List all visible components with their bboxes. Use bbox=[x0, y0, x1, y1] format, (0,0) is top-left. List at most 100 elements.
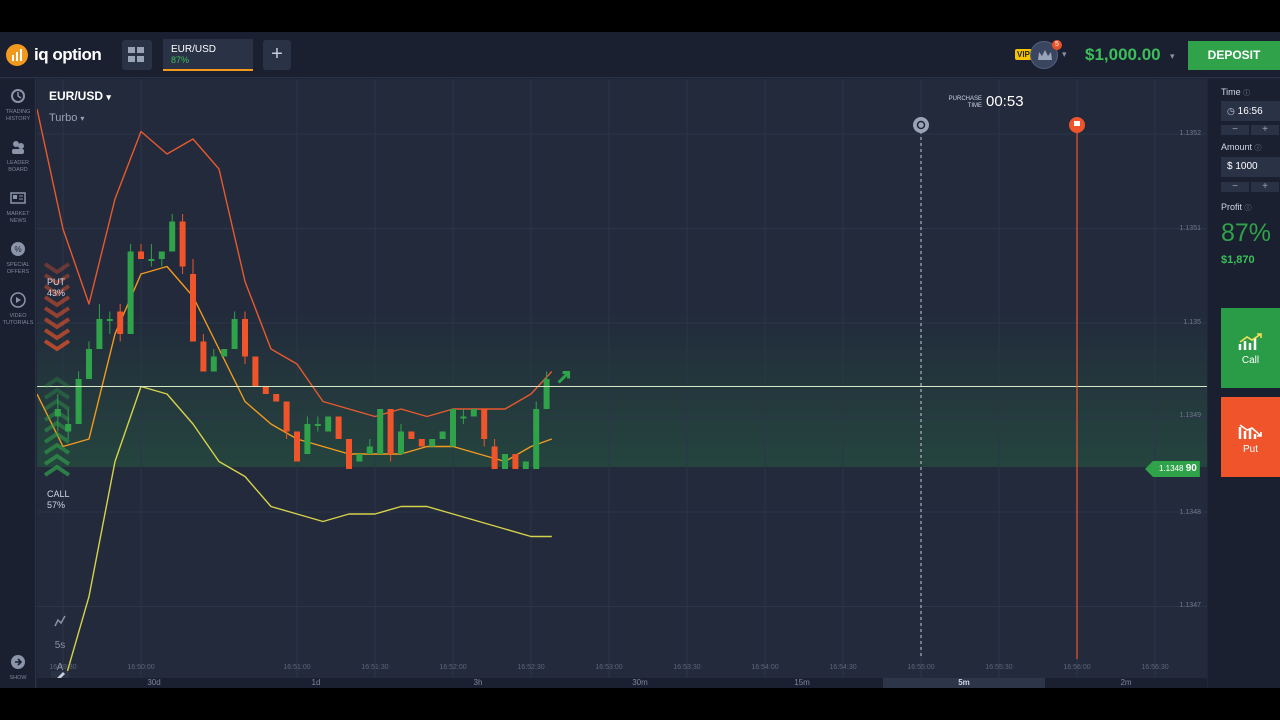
candle bbox=[346, 439, 352, 469]
sidebar-show-toggle[interactable]: SHOW bbox=[0, 654, 36, 682]
chevron-down-icon: ▾ bbox=[80, 114, 85, 123]
candle-body bbox=[169, 221, 176, 252]
sidebar-item-trading-history[interactable]: TRADING HISTORY bbox=[0, 88, 36, 123]
profit-amount: $1,870 bbox=[1221, 254, 1255, 266]
mode-name: Turbo bbox=[49, 112, 78, 124]
candle bbox=[450, 409, 456, 447]
call-sentiment: CALL 57% bbox=[47, 489, 70, 511]
candle-body bbox=[408, 431, 415, 439]
info-icon: ⓘ bbox=[1244, 205, 1252, 212]
price-chart[interactable]: 16:49:30 16:50:00 16:51:00 16:51:30 16:52:00… bbox=[37, 79, 1207, 688]
amount-decrease-button[interactable]: − bbox=[1221, 182, 1249, 192]
put-sentiment: PUT 43% bbox=[47, 277, 65, 299]
call-button[interactable]: Call bbox=[1221, 308, 1280, 388]
time-increase-button[interactable]: + bbox=[1251, 125, 1279, 135]
candle-body bbox=[283, 401, 290, 432]
candle-interval-button[interactable]: 5s bbox=[51, 637, 69, 655]
add-tab-button[interactable]: + bbox=[263, 40, 291, 70]
sidebar-label: TRADING HISTORY bbox=[5, 109, 31, 122]
candle-body bbox=[543, 379, 550, 409]
timeframe-15m[interactable]: 15m bbox=[721, 678, 883, 688]
trade-panel: Time ⓘ ◷ 16:56 − + Amount ⓘ $ 1000 − + P… bbox=[1208, 79, 1280, 688]
svg-text:%: % bbox=[14, 245, 21, 254]
candle-body bbox=[533, 409, 540, 469]
timeframe-30d[interactable]: 30d bbox=[73, 678, 235, 688]
candle-body bbox=[262, 386, 269, 394]
asset-tab-profit: 87% bbox=[171, 55, 190, 65]
finish-flag-icon-mark bbox=[1074, 121, 1080, 126]
timeframe-3h[interactable]: 3h bbox=[397, 678, 559, 688]
notification-badge: 5 bbox=[1052, 40, 1062, 50]
chevron-down-icon[interactable]: ▾ bbox=[1170, 51, 1175, 62]
mode-selector[interactable]: Turbo ▾ bbox=[49, 112, 84, 124]
candle-body bbox=[148, 259, 155, 261]
amount-increase-button[interactable]: + bbox=[1251, 182, 1279, 192]
put-button[interactable]: Put bbox=[1221, 397, 1280, 477]
candle bbox=[262, 386, 269, 394]
sidebar-item-video-tutorials[interactable]: VIDEO TUTORIALS bbox=[0, 292, 36, 327]
candle-body bbox=[200, 341, 207, 372]
stopwatch-icon bbox=[913, 117, 929, 133]
candle bbox=[273, 394, 280, 402]
logo[interactable]: iq option bbox=[6, 44, 102, 66]
sidebar-item-leader-board[interactable]: LEADER BOARD bbox=[0, 139, 36, 174]
candle-body bbox=[346, 439, 352, 469]
call-pressure-chevron bbox=[43, 464, 71, 477]
chevron-down-icon[interactable]: ▾ bbox=[1062, 49, 1067, 60]
time-axis-label: 16:52:00 bbox=[439, 664, 466, 671]
asset-tab-eurusd[interactable]: EUR/USD 87% bbox=[163, 39, 253, 71]
candle-body bbox=[294, 431, 300, 462]
time-axis-label: 16:54:00 bbox=[751, 664, 778, 671]
arrow-right-circle-icon bbox=[11, 655, 25, 669]
deposit-button[interactable]: DEPOSIT bbox=[1188, 41, 1280, 70]
candle-body bbox=[522, 461, 529, 469]
candle bbox=[294, 431, 300, 462]
time-axis-label: 16:55:30 bbox=[985, 664, 1012, 671]
profit-percent: 87% bbox=[1221, 219, 1272, 247]
chart-area[interactable]: 16:49:30 16:50:00 16:51:00 16:51:30 16:52:00… bbox=[37, 79, 1207, 688]
profit-label-text: Profit bbox=[1221, 202, 1243, 212]
current-price-value: 1.1348 bbox=[1159, 464, 1184, 473]
candle bbox=[169, 214, 176, 252]
amount-input[interactable]: $ 1000 bbox=[1221, 157, 1280, 177]
sidebar-label: LEADER BOARD bbox=[6, 160, 29, 173]
candle-body bbox=[242, 319, 248, 357]
price-axis-label: 1.1352 bbox=[1179, 130, 1201, 137]
candle-body bbox=[335, 416, 342, 439]
time-decrease-button[interactable]: − bbox=[1221, 125, 1249, 135]
candle-body bbox=[398, 431, 404, 454]
put-sentiment-label: PUT bbox=[47, 277, 65, 287]
assets-grid-button[interactable] bbox=[122, 40, 152, 70]
candle bbox=[356, 454, 363, 462]
balance[interactable]: $1,000.00 bbox=[1085, 45, 1161, 65]
sidebar-label: SPECIAL OFFERS bbox=[6, 262, 30, 275]
candle-body bbox=[96, 319, 103, 349]
candle-body bbox=[502, 454, 508, 469]
chart-type-icon[interactable] bbox=[51, 615, 69, 633]
amount-label: Amount ⓘ bbox=[1221, 142, 1262, 153]
candle-body bbox=[356, 454, 363, 462]
sidebar-item-special-offers[interactable]: % SPECIAL OFFERS bbox=[0, 241, 36, 276]
candle-body bbox=[366, 446, 373, 454]
timeframe-2m[interactable]: 2m bbox=[1045, 678, 1207, 688]
timeframe-5m[interactable]: 5m bbox=[883, 678, 1045, 688]
asset-name: EUR/USD bbox=[49, 89, 104, 103]
candle bbox=[242, 311, 248, 364]
expiry-time-field[interactable]: ◷ 16:56 bbox=[1221, 101, 1280, 121]
price-axis-label: 1.1347 bbox=[1179, 602, 1201, 609]
put-sentiment-pct: 43% bbox=[47, 288, 66, 298]
sidebar-item-market-news[interactable]: MARKET NEWS bbox=[0, 190, 36, 225]
price-axis-label: 1.1351 bbox=[1179, 225, 1201, 232]
current-price-digits: 90 bbox=[1185, 463, 1197, 474]
asset-selector[interactable]: EUR/USD ▾ bbox=[49, 89, 111, 103]
candle bbox=[439, 431, 446, 439]
leaderboard-icon bbox=[12, 141, 24, 154]
candle bbox=[138, 244, 144, 259]
timeframe-30m[interactable]: 30m bbox=[559, 678, 721, 688]
price-axis-label: 1.1348 bbox=[1179, 509, 1201, 516]
time-label-text: Time bbox=[1221, 87, 1241, 97]
grid-icon bbox=[128, 47, 135, 53]
candle-body bbox=[273, 394, 280, 402]
top-bar: iq option EUR/USD 87% + VIP 5 ▾ $1,000.0… bbox=[0, 32, 1280, 78]
timeframe-1d[interactable]: 1d bbox=[235, 678, 397, 688]
